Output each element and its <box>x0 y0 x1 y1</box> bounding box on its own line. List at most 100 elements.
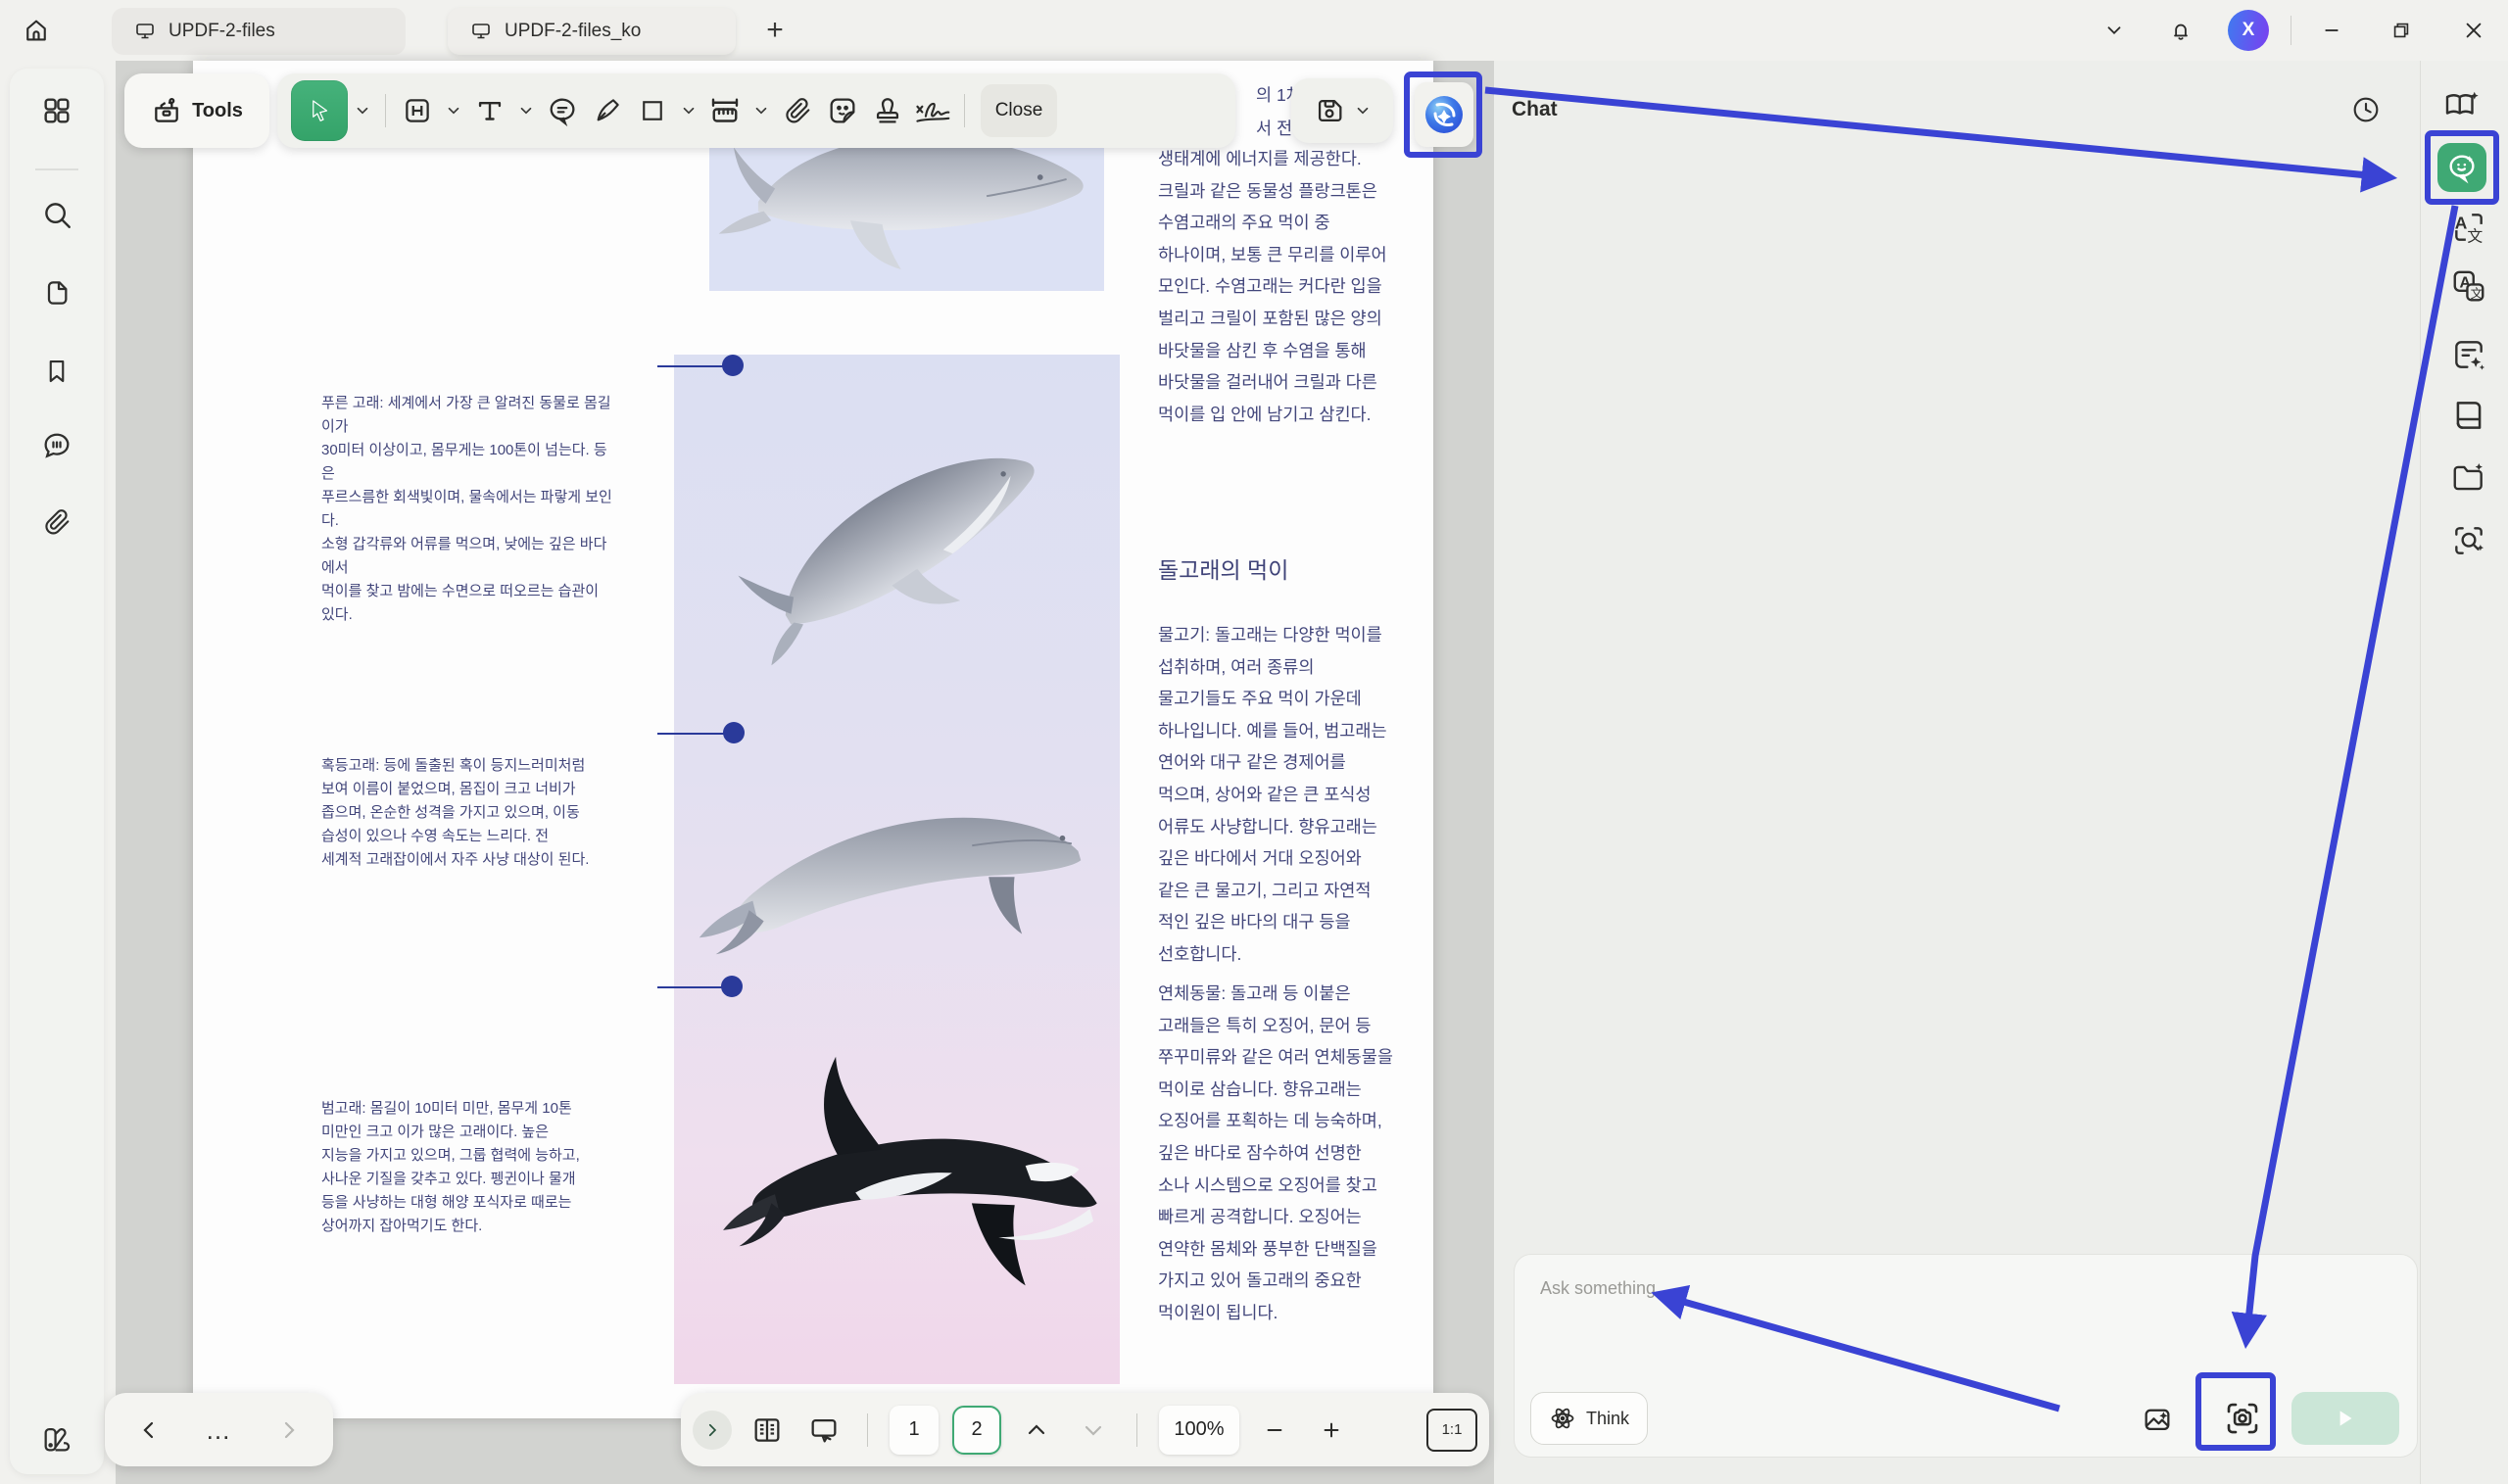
folder-sparkle-icon <box>2450 459 2487 497</box>
forward-icon[interactable] <box>277 1418 301 1442</box>
two-page-view-icon <box>750 1413 784 1447</box>
select-tool-dropdown[interactable] <box>350 81 375 140</box>
comment-tool-button[interactable] <box>541 81 584 140</box>
callout-dot-orca[interactable] <box>721 976 743 997</box>
chat-history-button[interactable] <box>2346 90 2386 129</box>
measure-tool-button[interactable] <box>703 81 747 140</box>
close-label: Close <box>995 100 1043 121</box>
heading-tool-button[interactable] <box>396 81 439 140</box>
history-nav-bar: … <box>105 1393 333 1466</box>
home-button[interactable] <box>14 8 59 53</box>
ai-chat-sidebar-button-active[interactable] <box>2437 143 2486 192</box>
toolbar-divider <box>385 94 386 127</box>
select-tool-button[interactable] <box>291 80 348 141</box>
sidebar-item-bookmarks[interactable] <box>36 351 77 392</box>
actual-size-button[interactable]: 1:1 <box>1426 1409 1477 1452</box>
close-toolbar-button[interactable]: Close <box>981 84 1057 137</box>
sidebar-item-thumbnails[interactable] <box>36 272 77 313</box>
whale-infographic-strip[interactable] <box>674 355 1120 1384</box>
signature-tool-button[interactable] <box>911 81 954 140</box>
back-icon[interactable] <box>137 1418 161 1442</box>
zoom-level-display[interactable]: 100% <box>1159 1406 1239 1455</box>
shape-tool-button[interactable] <box>631 81 674 140</box>
chat-input[interactable]: Ask something <box>1540 1278 1656 1299</box>
grid-icon <box>40 94 73 127</box>
titlebar-dropdown-button[interactable] <box>2092 8 2137 53</box>
measure-tool-dropdown[interactable] <box>748 81 774 140</box>
chevron-down-icon <box>752 102 770 120</box>
image-sparkle-icon <box>2141 1403 2174 1436</box>
heading-tool-dropdown[interactable] <box>441 81 466 140</box>
sidebar-item-search[interactable] <box>36 194 77 235</box>
pen-tool-button[interactable] <box>586 81 629 140</box>
tab-updf-2-files[interactable]: UPDF-2-files <box>112 8 406 55</box>
shape-tool-dropdown[interactable] <box>676 81 701 140</box>
minimize-button[interactable] <box>2309 8 2354 53</box>
stamp-icon <box>871 94 904 127</box>
attach-tool-button[interactable] <box>776 81 819 140</box>
left-sidebar <box>10 69 104 1474</box>
page-layout-button[interactable] <box>746 1401 789 1460</box>
translate-box-icon: A文 <box>2450 267 2487 305</box>
tools-button[interactable]: Tools <box>124 73 269 148</box>
screenshot-button[interactable] <box>2216 1392 2269 1445</box>
previous-page-button[interactable] <box>1015 1401 1058 1460</box>
close-window-button[interactable] <box>2451 8 2496 53</box>
toolbox-icon <box>151 95 182 126</box>
callout-dot-blue-whale[interactable] <box>722 355 744 376</box>
blue-whale-illustration <box>701 404 1093 697</box>
ai-search-button[interactable] <box>2441 517 2496 564</box>
avatar[interactable]: X <box>2228 10 2269 51</box>
presentation-mode-button[interactable] <box>802 1401 845 1460</box>
page-1-button[interactable]: 1 <box>890 1406 939 1455</box>
square-icon <box>638 96 667 125</box>
page-2-button-current[interactable]: 2 <box>952 1406 1001 1455</box>
sidebar-item-attachments[interactable] <box>36 502 77 543</box>
save-icon[interactable] <box>1313 94 1346 127</box>
home-icon <box>22 16 51 45</box>
new-tab-button[interactable]: + <box>752 8 797 53</box>
bell-icon <box>2168 18 2194 43</box>
send-message-button[interactable] <box>2291 1392 2399 1445</box>
chevron-down-icon <box>680 102 698 120</box>
text-tool-button[interactable] <box>468 81 511 140</box>
callout-dot-humpback[interactable] <box>723 722 745 743</box>
zoom-out-button[interactable] <box>1253 1401 1296 1460</box>
notifications-button[interactable] <box>2158 8 2203 53</box>
comment-bubble-icon <box>546 94 579 127</box>
note-orca-whale: 범고래: 몸길이 10미터 미만, 몸무게 10톤 미만인 크고 이가 많은 고… <box>321 1097 615 1238</box>
ai-assistant-toolbar-button[interactable] <box>1415 82 1473 147</box>
paragraph-dolphin-mollusk: 연체동물: 돌고래 등 이붙은 고래들은 특히 오징어, 문어 등 쭈꾸미류와 … <box>1158 978 1452 1329</box>
more-actions-button[interactable]: … <box>205 1420 232 1440</box>
text-tool-dropdown[interactable] <box>513 81 539 140</box>
ai-read-mode-button[interactable] <box>2435 82 2489 129</box>
stamp-tool-button[interactable] <box>866 81 909 140</box>
translate-sparkle-icon: A文 <box>2450 209 2487 246</box>
pagebar-divider <box>867 1413 868 1447</box>
sidebar-item-apps[interactable] <box>36 90 77 131</box>
ai-summarize-button[interactable] <box>2441 331 2496 378</box>
document-canvas[interactable]: 푸른 고래: 세계에서 가장 큰 알려진 동물로 몸길이가 30미터 이상이고,… <box>116 61 1494 1484</box>
ai-translate-page-button[interactable]: A文 <box>2441 263 2496 310</box>
ai-translate-button[interactable]: A文 <box>2441 204 2496 251</box>
maximize-button[interactable] <box>2379 8 2424 53</box>
zoom-in-button[interactable] <box>1310 1401 1353 1460</box>
restore-icon <box>2390 20 2412 41</box>
atom-icon <box>1549 1405 1576 1432</box>
closed-book-icon <box>2450 397 2487 434</box>
minus-icon <box>1264 1419 1285 1441</box>
ai-file-assistant-button[interactable] <box>2441 455 2496 502</box>
sidebar-item-comments[interactable] <box>36 425 77 466</box>
sticker-tool-button[interactable] <box>821 81 864 140</box>
sidebar-item-theme[interactable] <box>36 1418 77 1460</box>
ai-reader-button[interactable] <box>2441 392 2496 439</box>
next-page-button[interactable] <box>1072 1401 1115 1460</box>
insert-image-button[interactable] <box>2136 1398 2179 1441</box>
expand-panel-button[interactable] <box>693 1411 732 1450</box>
chevron-down-icon <box>1082 1418 1105 1442</box>
think-toggle-button[interactable]: Think <box>1530 1392 1648 1445</box>
tab-updf-2-files-ko[interactable]: UPDF-2-files_ko <box>448 8 736 55</box>
pdf-page[interactable]: 푸른 고래: 세계에서 가장 큰 알려진 동물로 몸길이가 30미터 이상이고,… <box>193 61 1433 1418</box>
minimize-icon <box>2321 20 2342 41</box>
save-dropdown-chevron-icon[interactable] <box>1354 102 1372 120</box>
